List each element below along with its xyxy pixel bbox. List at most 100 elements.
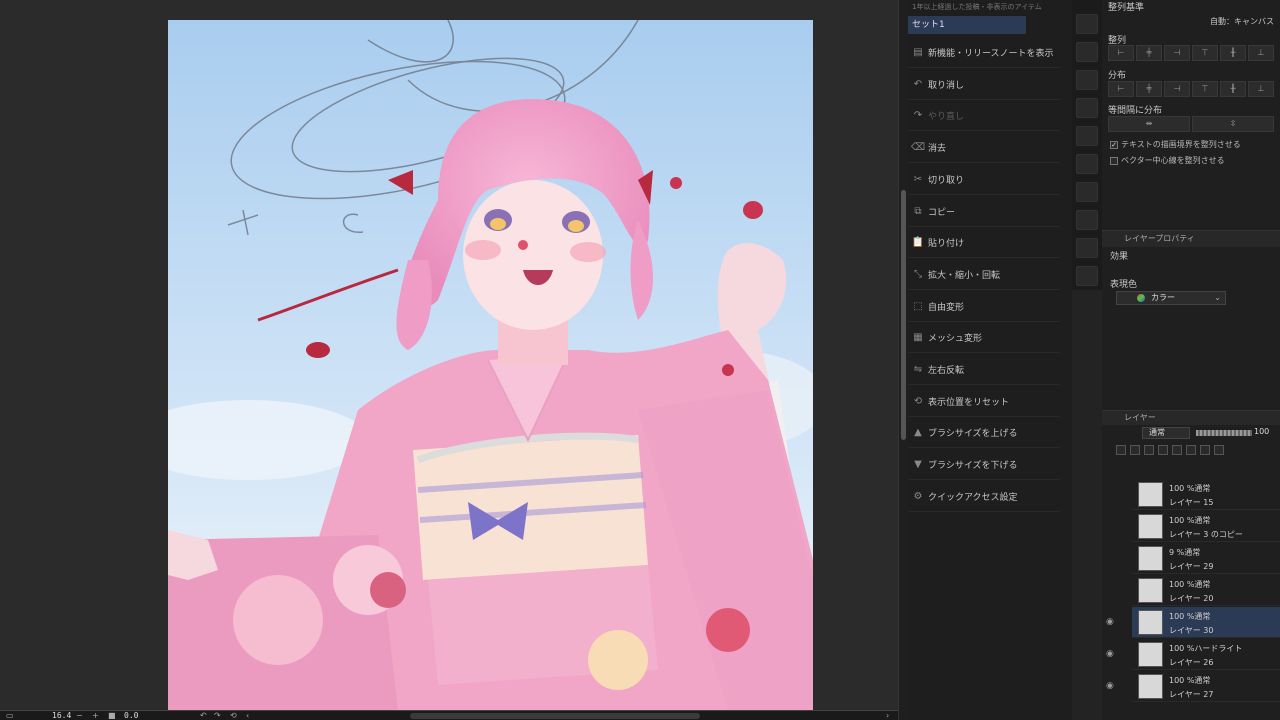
align-bottom-button[interactable]: ⊥ [1248, 45, 1274, 61]
quick-access-item[interactable]: ▲ ブラシサイズを上げる [908, 418, 1060, 449]
rotate-right-icon[interactable]: ↷ [214, 711, 221, 720]
layer-row[interactable]: 100 %通常 レイヤー 27 [1132, 671, 1280, 702]
layer-tab[interactable]: レイヤー [1102, 411, 1280, 425]
panel-toggle-icon[interactable] [1076, 126, 1098, 146]
distribute-bottom-button[interactable]: ⊥ [1248, 81, 1274, 97]
quick-access-item[interactable]: 📋 貼り付け [908, 228, 1060, 259]
panel-toggle-icon[interactable] [1076, 14, 1098, 34]
new-folder-icon[interactable] [1186, 445, 1196, 455]
quick-access-item[interactable]: ↶ 取り消し [908, 70, 1060, 100]
transform-icon: ⤡ [914, 268, 922, 280]
expression-color-select[interactable]: カラー ⌄ [1116, 291, 1226, 305]
horizontal-scrollbar[interactable] [410, 713, 700, 719]
align-center-button[interactable]: ╪ [1136, 45, 1162, 61]
new-vector-layer-icon[interactable] [1172, 445, 1182, 455]
panel-toggle-icon[interactable] [1076, 266, 1098, 286]
align-text-bounds-checkbox[interactable]: ✓ テキストの描画境界を整列させる [1110, 139, 1241, 150]
layer-row[interactable]: 100 %通常 レイヤー 15 [1132, 479, 1280, 510]
layer-row[interactable]: 100 %通常 レイヤー 20 [1132, 575, 1280, 606]
quick-access-item-label: 表示位置をリセット [928, 397, 1010, 408]
quick-access-item[interactable]: ⌫ 消去 [908, 133, 1060, 164]
quick-access-set-selector[interactable]: セット1 [908, 16, 1026, 34]
reference-icon[interactable] [1144, 445, 1154, 455]
align-top-button[interactable]: ⊤ [1192, 45, 1218, 61]
panel-toggle-icon[interactable] [1076, 70, 1098, 90]
scrollbar-thumb[interactable] [901, 190, 906, 440]
opacity-value[interactable]: 100 [1254, 427, 1269, 436]
layer-property-tab[interactable]: レイヤープロパティ [1102, 231, 1280, 247]
distribute-left-button[interactable]: ⊢ [1108, 81, 1134, 97]
distribute-middle-button[interactable]: ╫ [1220, 81, 1246, 97]
canvas-area[interactable] [0, 0, 898, 710]
layer-row[interactable]: 100 %通常 レイヤー 3 のコピー [1132, 511, 1280, 542]
quick-access-item[interactable]: ▼ ブラシサイズを下げる [908, 450, 1060, 481]
visibility-eye-icon[interactable]: ◉ [1106, 681, 1114, 691]
fit-icon[interactable]: ■ [108, 711, 116, 720]
layer-row[interactable]: 9 %通常 レイヤー 29 [1132, 543, 1280, 574]
distribute-center-button[interactable]: ╪ [1136, 81, 1162, 97]
cut-icon: ✂ [913, 173, 923, 185]
quick-access-item[interactable]: ⚙ クイックアクセス設定 [908, 482, 1060, 512]
quick-access-panel: 1年以上経過した投稿・非表示のアイテム セット1 ▤ 新機能・リリースノートを表示… [908, 0, 1072, 720]
equal-spacing-horizontal-button[interactable]: ⇹ [1108, 116, 1190, 132]
panel-toggle-icon[interactable] [1076, 154, 1098, 174]
quick-access-item[interactable]: ⇋ 左右反転 [908, 355, 1060, 385]
layer-name: レイヤー 3 のコピー [1169, 530, 1243, 539]
quick-access-item[interactable]: ⟲ 表示位置をリセット [908, 387, 1060, 417]
expression-color-label: 表現色 [1110, 280, 1138, 290]
quick-access-item[interactable]: ⤡ 拡大・縮小・回転 [908, 260, 1060, 290]
panel-toggle-icon[interactable] [1076, 42, 1098, 62]
quick-access-item[interactable]: ✂ 切り取り [908, 165, 1060, 195]
distribute-right-button[interactable]: ⊣ [1164, 81, 1190, 97]
layer-row[interactable]: 100 %ハードライト レイヤー 26 [1132, 639, 1280, 670]
panel-toggle-icon[interactable] [1076, 182, 1098, 202]
lock-icon[interactable] [1116, 445, 1126, 455]
checkbox-label: テキストの描画境界を整列させる [1121, 140, 1241, 149]
rotate-left-icon[interactable]: ↶ [200, 711, 207, 720]
delete-layer-icon[interactable] [1214, 445, 1224, 455]
distribute-top-button[interactable]: ⊤ [1192, 81, 1218, 97]
layer-thumbnail [1138, 578, 1163, 603]
checkbox-box[interactable] [1110, 156, 1118, 165]
quick-access-item[interactable]: ▤ 新機能・リリースノートを表示 [908, 38, 1060, 68]
zoom-value[interactable]: 16.4 [52, 711, 71, 720]
quick-access-item-label: 自由変形 [928, 302, 965, 313]
reset-rotation-icon[interactable]: ⟲ [230, 711, 237, 720]
artwork-canvas[interactable] [168, 20, 813, 710]
quick-access-item[interactable]: ▦ メッシュ変形 [908, 323, 1060, 354]
vertical-scrollbar[interactable] [898, 0, 908, 720]
visibility-eye-icon[interactable]: ◉ [1106, 617, 1114, 627]
align-right-button[interactable]: ⊣ [1164, 45, 1190, 61]
checkbox-box[interactable]: ✓ [1110, 140, 1118, 149]
settings-icon: ⚙ [913, 490, 923, 502]
flip-view-icon[interactable]: ‹ [246, 711, 249, 720]
quick-access-item-label: クイックアクセス設定 [928, 492, 1018, 503]
layer-property-panel: レイヤープロパティ 効果 表現色 カラー ⌄ [1102, 230, 1280, 410]
quick-access-item[interactable]: ⧉ コピー [908, 197, 1060, 227]
quick-access-item[interactable]: ⬚ 自由変形 [908, 292, 1060, 322]
panel-icon-column [1072, 0, 1102, 290]
align-left-button[interactable]: ⊢ [1108, 45, 1134, 61]
visibility-eye-icon[interactable]: ◉ [1106, 649, 1114, 659]
zoom-in-icon[interactable]: + [92, 711, 99, 720]
clip-icon[interactable] [1130, 445, 1140, 455]
mask-icon[interactable] [1200, 445, 1210, 455]
panel-toggle-icon[interactable] [1076, 210, 1098, 230]
zoom-out-icon[interactable]: − [76, 711, 83, 720]
opacity-slider[interactable] [1196, 430, 1252, 436]
equal-spacing-vertical-button[interactable]: ⇳ [1192, 116, 1274, 132]
scroll-right-icon[interactable]: › [886, 711, 889, 720]
panel-toggle-icon[interactable] [1076, 98, 1098, 118]
quick-access-item-label: 新機能・リリースノートを表示 [928, 49, 1054, 59]
layer-row[interactable]: 100 %通常 レイヤー 30 [1132, 607, 1280, 638]
navigator-icon[interactable]: ▭ [6, 711, 14, 720]
align-vector-centerline-checkbox[interactable]: ベクター中心線を整列させる [1110, 155, 1225, 166]
new-layer-icon[interactable] [1158, 445, 1168, 455]
rotation-value[interactable]: 0.0 [124, 711, 138, 720]
align-middle-button[interactable]: ╫ [1220, 45, 1246, 61]
panel-toggle-icon[interactable] [1076, 238, 1098, 258]
quick-access-item[interactable]: ↷ やり直し [908, 101, 1060, 132]
blend-mode-select[interactable]: 通常 [1142, 427, 1190, 439]
quick-access-item-label: 消去 [928, 144, 947, 155]
align-target-select[interactable]: 自動：キャンバス [1210, 16, 1274, 27]
